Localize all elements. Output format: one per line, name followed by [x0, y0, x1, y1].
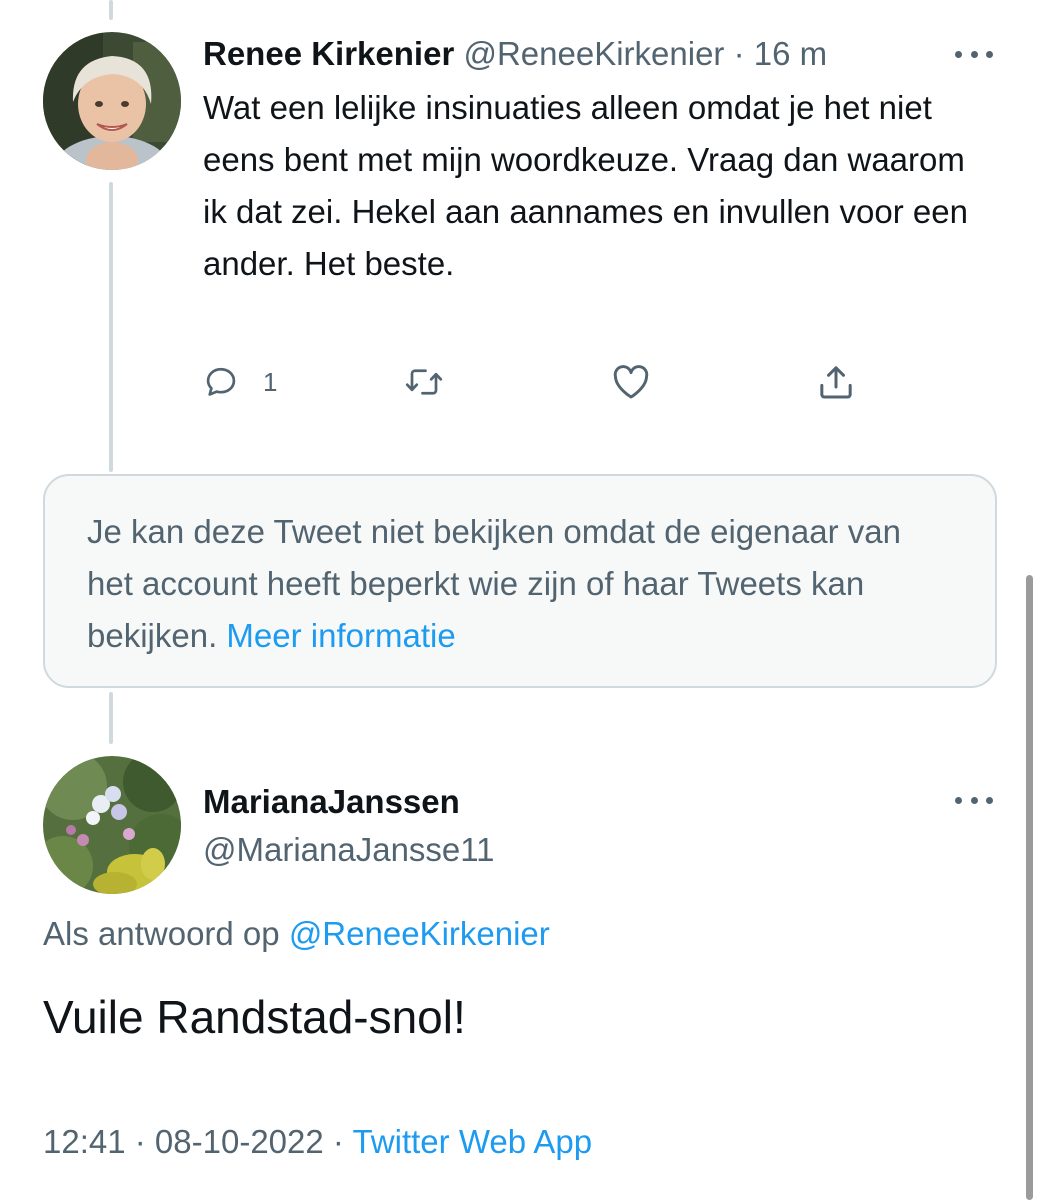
- tweet-thread-page: Renee Kirkenier @ReneeKirkenier · 16 m W…: [0, 0, 1042, 1200]
- tweet2-meta: 12:41 · 08-10-2022 · Twitter Web App: [43, 1118, 592, 1166]
- thread-line-top: [109, 0, 113, 20]
- tweet2-text: Vuile Randstad-snol!: [43, 991, 466, 1043]
- thread-line-lower: [109, 692, 113, 744]
- share-button[interactable]: [816, 360, 856, 404]
- reply-bubble-icon: [206, 367, 236, 396]
- more-info-link[interactable]: Meer informatie: [226, 617, 455, 654]
- tweet1-separator: ·: [724, 35, 754, 72]
- reply-button[interactable]: 1: [203, 360, 277, 404]
- tweet2-source-link[interactable]: Twitter Web App: [352, 1123, 592, 1160]
- retweet-button[interactable]: [404, 360, 444, 404]
- heart-icon: [613, 365, 649, 399]
- like-button[interactable]: [611, 360, 651, 404]
- unavailable-tweet-notice: Je kan deze Tweet niet bekijken omdat de…: [43, 474, 997, 688]
- tweet1-author-handle[interactable]: @ReneeKirkenier: [463, 35, 724, 72]
- retweet-icon: [405, 369, 443, 395]
- reply-to-line: Als antwoord op @ReneeKirkenier: [43, 910, 550, 958]
- tweet2-separator-1: ·: [125, 1123, 155, 1160]
- avatar-mariana-janssen[interactable]: [43, 756, 181, 894]
- tweet1-header: Renee Kirkenier @ReneeKirkenier · 16 m: [203, 30, 827, 78]
- scrollbar[interactable]: [1026, 575, 1033, 1200]
- reply-to-prefix: Als antwoord op: [43, 915, 289, 952]
- more-dots-icon[interactable]: [955, 792, 993, 808]
- tweet1-text: Wat een lelijke insinuaties alleen omdat…: [203, 89, 968, 282]
- tweet2-separator-2: ·: [323, 1123, 353, 1160]
- tweet2-date[interactable]: 08-10-2022: [155, 1123, 324, 1160]
- tweet1-author-name[interactable]: Renee Kirkenier: [203, 35, 454, 72]
- notice-text: Je kan deze Tweet niet bekijken omdat de…: [87, 513, 901, 654]
- tweet1-time[interactable]: 16 m: [754, 35, 827, 72]
- reply-count: 1: [263, 366, 278, 397]
- avatar-renee-kirkenier[interactable]: [43, 32, 181, 170]
- tweet2-author-handle[interactable]: @MarianaJansse11: [203, 826, 495, 874]
- reply-to-handle-link[interactable]: @ReneeKirkenier: [289, 915, 550, 952]
- notice-text-block: Je kan deze Tweet niet bekijken omdat de…: [87, 506, 947, 662]
- tweet2-author-name[interactable]: MarianaJanssen: [203, 778, 460, 826]
- share-icon: [820, 366, 852, 399]
- more-dots-icon[interactable]: [955, 46, 993, 62]
- thread-line-middle: [109, 182, 113, 472]
- tweet2-time[interactable]: 12:41: [43, 1123, 126, 1160]
